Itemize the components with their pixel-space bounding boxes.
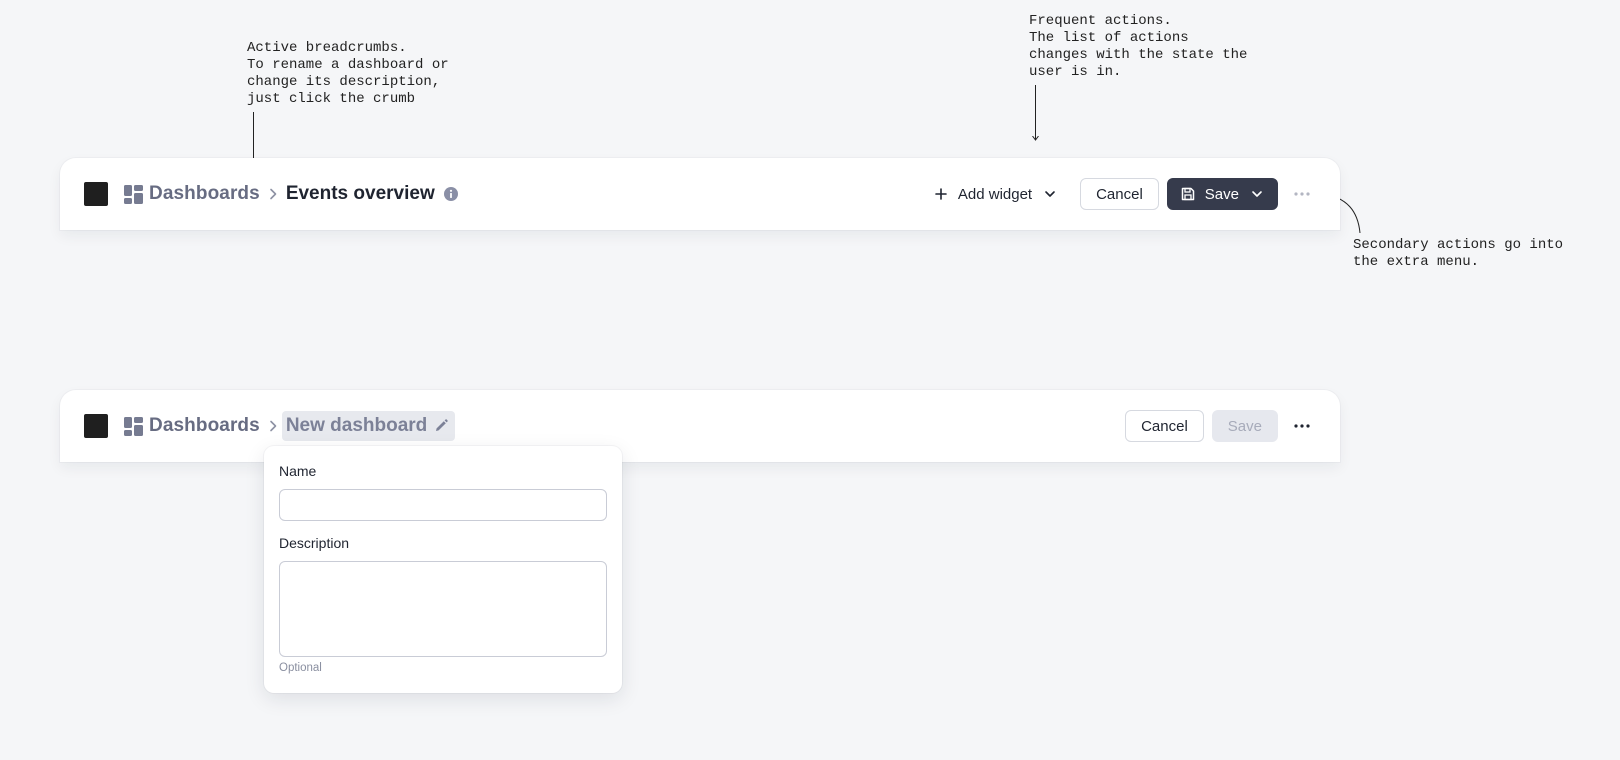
description-textarea[interactable] [279, 561, 607, 657]
annotation-arrows [0, 85, 1361, 234]
header-actions: Cancel Save [1125, 390, 1314, 462]
info-icon[interactable] [443, 186, 459, 202]
frequent-actions-annotation: Frequent actions. The list of actions ch… [1029, 13, 1248, 80]
dashboard-grid-icon [124, 184, 143, 204]
breadcrumbs-annotation: Active breadcrumbs. To rename a dashboar… [247, 40, 449, 107]
description-label: Description [279, 535, 350, 551]
breadcrumb-current-dashboard[interactable]: Events overview [286, 183, 435, 205]
plus-icon [933, 186, 949, 202]
save-button[interactable]: Save [1166, 178, 1278, 210]
breadcrumb-current-editable[interactable]: New dashboard [281, 411, 456, 441]
add-widget-button[interactable]: Add widget [925, 178, 1066, 210]
header-actions: Add widget Cancel Save [925, 158, 1314, 230]
breadcrumb: Dashboards Events overview [124, 158, 459, 230]
cancel-button[interactable]: Cancel [1080, 178, 1159, 210]
pencil-icon [433, 418, 449, 434]
chevron-down-icon[interactable] [1249, 186, 1265, 202]
save-label: Save [1204, 185, 1239, 203]
more-actions-button[interactable] [1290, 182, 1314, 206]
save-button-disabled[interactable]: Save [1211, 410, 1278, 442]
chevron-down-icon [1042, 186, 1058, 202]
dashboard-grid-icon [124, 416, 143, 436]
name-input[interactable] [279, 489, 607, 521]
app-logo[interactable] [84, 182, 108, 206]
description-hint: Optional [279, 662, 322, 674]
cancel-button[interactable]: Cancel [1125, 410, 1204, 442]
chevron-right-icon [266, 419, 280, 433]
more-actions-button[interactable] [1290, 414, 1314, 438]
chevron-right-icon [266, 187, 280, 201]
secondary-actions-annotation: Secondary actions go into the extra menu… [1353, 237, 1564, 270]
floppy-disk-icon [1180, 186, 1196, 202]
app-logo[interactable] [84, 414, 108, 438]
breadcrumb-dashboards-link[interactable]: Dashboards [149, 183, 260, 205]
ellipsis-icon [1294, 192, 1310, 196]
breadcrumb-current-dashboard: New dashboard [285, 415, 428, 436]
dashboard-header-view: Dashboards Events overview Add widget Ca… [60, 158, 1340, 230]
ellipsis-icon [1294, 424, 1310, 428]
breadcrumb-dashboards-link[interactable]: Dashboards [149, 415, 260, 437]
name-label: Name [279, 463, 317, 479]
rename-dashboard-popover: Name Description Optional [264, 446, 622, 693]
dashboard-header-edit: Dashboards New dashboard Cancel Save [60, 390, 1340, 462]
add-widget-label: Add widget [957, 185, 1033, 203]
